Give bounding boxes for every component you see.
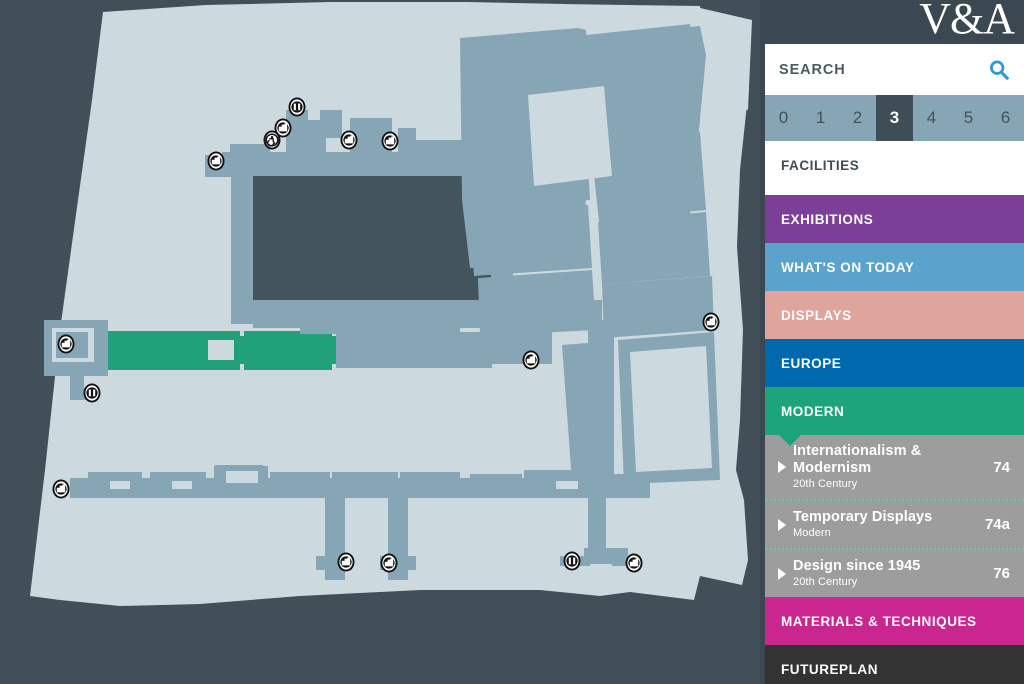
chevron-right-icon (778, 567, 786, 580)
gallery-list-item[interactable]: Internationalism & Modernism 20th Century… (765, 435, 1024, 499)
gallery-list-item[interactable]: Temporary Displays Modern 74a (765, 499, 1024, 548)
gallery-title: Design since 1945 (793, 558, 921, 574)
map-corridor-void-3 (172, 481, 192, 489)
gallery-number: 76 (993, 565, 1010, 582)
floor-plan-map[interactable] (0, 0, 760, 684)
lift-icon[interactable] (288, 97, 306, 117)
chevron-right-icon (778, 461, 786, 473)
gallery-title: Temporary Displays (793, 509, 933, 525)
lift-icon[interactable] (83, 383, 101, 403)
stairs-icon[interactable] (52, 479, 70, 499)
nav-item-label: FUTUREPLAN (781, 661, 878, 677)
stairs-icon[interactable] (337, 552, 355, 572)
map-corridor-void-2 (110, 481, 130, 489)
nav-item-europe[interactable]: EUROPE (765, 339, 1024, 387)
floor-selector[interactable]: 0123456 (765, 95, 1024, 141)
nav-item-whats-on[interactable]: WHAT'S ON TODAY (765, 243, 1024, 291)
floor-tab-6[interactable]: 6 (987, 95, 1024, 141)
chevron-right-icon (778, 518, 786, 531)
gallery-number: 74a (984, 516, 1010, 533)
floor-tab-0[interactable]: 0 (765, 95, 802, 141)
stairs-icon[interactable] (57, 334, 75, 354)
nav-item-label: WHAT'S ON TODAY (781, 259, 915, 275)
gallery-title: Internationalism & Modernism (793, 443, 922, 476)
gallery-subtitle: 20th Century (793, 478, 858, 490)
floor-tab-3[interactable]: 3 (876, 95, 913, 141)
stairs-icon[interactable] (702, 312, 720, 332)
map-gallery-void (208, 340, 234, 360)
floor-tab-2[interactable]: 2 (839, 95, 876, 141)
nav-item-materials[interactable]: MATERIALS & TECHNIQUES (765, 597, 1024, 645)
stairs-icon[interactable] (207, 151, 225, 171)
stairs-icon[interactable] (522, 350, 540, 370)
gallery-text: Design since 1945 20th Century (793, 558, 985, 589)
category-nav[interactable]: FACILITIES EXHIBITIONS WHAT'S ON TODAY DISP… (765, 141, 1024, 684)
stairs-icon[interactable] (380, 553, 398, 573)
floor-plan-svg[interactable] (0, 0, 760, 684)
gallery-text: Temporary Displays Modern (793, 509, 977, 540)
nav-item-displays[interactable]: DISPLAYS (765, 291, 1024, 339)
search-input[interactable] (779, 61, 988, 78)
stairs-icon[interactable] (340, 130, 358, 150)
gallery-number: 74 (993, 458, 1010, 476)
nav-item-label: MATERIALS & TECHNIQUES (781, 613, 977, 629)
floor-tab-4[interactable]: 4 (913, 95, 950, 141)
map-corridor-void-4 (556, 481, 578, 489)
floor-tab-1[interactable]: 1 (802, 95, 839, 141)
search-bar[interactable] (765, 44, 1024, 95)
nav-item-label: DISPLAYS (781, 307, 852, 323)
search-icon[interactable] (988, 59, 1010, 81)
gallery-subtitle: Modern (793, 527, 831, 539)
lift-icon[interactable] (563, 551, 581, 571)
floor-tab-5[interactable]: 5 (950, 95, 987, 141)
nav-item-label: EXHIBITIONS (781, 211, 874, 227)
sidebar: V&A 0123456 FACILITIES EXHIBITIONS WHAT'S … (760, 0, 1024, 684)
stairs-icon[interactable] (625, 553, 643, 573)
nav-item-facilities[interactable]: FACILITIES (765, 141, 1024, 189)
va-logo: V&A (919, 0, 1015, 43)
nav-item-exhibitions[interactable]: EXHIBITIONS (765, 195, 1024, 243)
nav-item-label: EUROPE (781, 355, 842, 371)
accessible-icon[interactable] (263, 130, 281, 150)
map-courtyard (253, 175, 491, 320)
nav-item-label: FACILITIES (781, 157, 860, 173)
nav-item-futureplan[interactable]: FUTUREPLAN (765, 645, 1024, 684)
museum-map-app: V&A 0123456 FACILITIES EXHIBITIONS WHAT'S … (0, 0, 1024, 684)
nav-item-label: MODERN (781, 403, 845, 419)
modern-submenu: Internationalism & Modernism 20th Century… (765, 435, 1024, 597)
map-corridor-void (226, 471, 258, 483)
stairs-icon[interactable] (381, 131, 399, 151)
brand-bar: V&A (765, 0, 1024, 44)
gallery-subtitle: 20th Century (793, 576, 858, 588)
gallery-list-item[interactable]: Design since 1945 20th Century 76 (765, 548, 1024, 597)
gallery-text: Internationalism & Modernism 20th Century (793, 443, 985, 491)
nav-item-modern[interactable]: MODERN (765, 387, 1024, 435)
